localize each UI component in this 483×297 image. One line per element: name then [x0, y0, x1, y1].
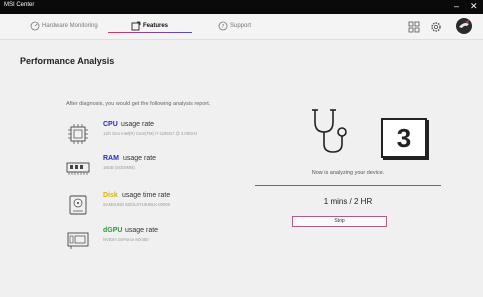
- title-bar: MSI Center – ✕: [0, 0, 483, 14]
- metric-name: Disk: [103, 192, 118, 199]
- analysis-intro-text: After diagnosis, you would get the follo…: [66, 101, 211, 107]
- gauge-icon: [30, 21, 40, 31]
- metric-name: dGPU: [103, 227, 123, 234]
- cpu-icon: [68, 124, 88, 144]
- metric-label: usage rate: [123, 155, 157, 162]
- analysis-progress-bar: [255, 185, 441, 186]
- ram-icon: [66, 162, 90, 175]
- elapsed-time-text: 1 mins / 2 HR: [323, 197, 373, 206]
- top-navigation: Hardware Monitoring Features ? Support: [0, 14, 483, 40]
- tab-label: Hardware Monitoring: [42, 23, 98, 29]
- gear-icon[interactable]: [430, 21, 442, 33]
- stop-button[interactable]: Stop: [292, 216, 387, 227]
- analysis-status-text: Now is analyzing your device.: [311, 170, 385, 176]
- disk-icon: [69, 195, 87, 215]
- metric-name: CPU: [103, 121, 118, 128]
- metric-label: usage time rate: [122, 192, 171, 199]
- support-icon: ?: [218, 21, 228, 31]
- svg-text:?: ?: [222, 24, 225, 30]
- tab-hardware-monitoring[interactable]: Hardware Monitoring: [30, 18, 140, 38]
- minimize-button[interactable]: –: [454, 1, 459, 12]
- gpu-icon: [67, 232, 89, 249]
- metric-label: usage rate: [121, 121, 155, 128]
- metric-dgpu: dGPU usage rate NVIDIA GeForce MX450: [66, 227, 246, 253]
- tab-label: Support: [230, 23, 252, 29]
- active-tab-indicator: [108, 32, 192, 33]
- metric-cpu: CPU usage rate 11th Gen Intel(R) Core(TM…: [66, 121, 246, 147]
- metric-detail: SAMSUNG MZVL8T10HBLK-00000: [103, 202, 171, 207]
- tab-label: Features: [143, 23, 169, 29]
- page-title: Performance Analysis: [20, 56, 115, 66]
- metric-detail: 11th Gen Intel(R) Core(TM) i7-1185G7 @ 3…: [103, 131, 198, 136]
- metric-disk: Disk usage time rate SAMSUNG MZVL8T10HBL…: [66, 192, 246, 218]
- metric-detail: 16GB (SODIMM): [103, 165, 135, 170]
- metric-ram: RAM usage rate 16GB (SODIMM): [66, 155, 246, 181]
- avatar[interactable]: [456, 18, 472, 34]
- analysis-progress-fill: [255, 185, 441, 186]
- metric-name: RAM: [103, 155, 119, 162]
- metric-detail: NVIDIA GeForce MX450: [103, 237, 149, 242]
- stethoscope-icon: [312, 109, 347, 153]
- metric-label: usage rate: [125, 227, 159, 234]
- countdown-number: 3: [381, 118, 427, 158]
- features-icon: [131, 21, 141, 31]
- dragon-logo-icon: [459, 20, 469, 28]
- tab-support[interactable]: ? Support: [218, 18, 288, 38]
- app-title: MSI Center: [4, 2, 35, 8]
- close-button[interactable]: ✕: [470, 1, 478, 12]
- tab-features[interactable]: Features: [131, 18, 196, 38]
- grid-icon[interactable]: [408, 21, 420, 33]
